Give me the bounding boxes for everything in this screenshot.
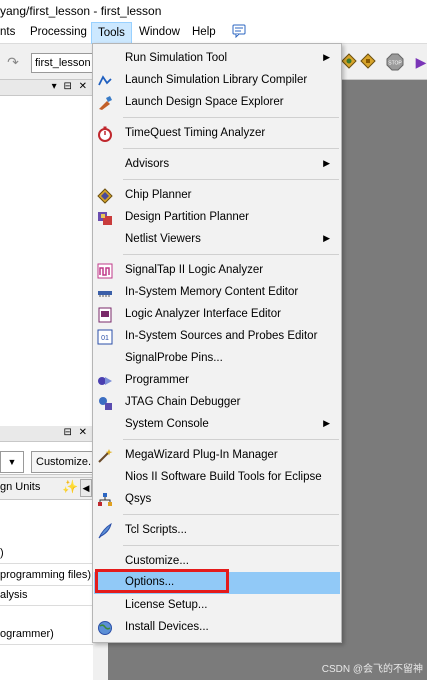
signaltap-icon xyxy=(97,263,113,279)
menu-item-programmer[interactable]: Programmer xyxy=(94,370,340,392)
menu-item-launch-simulation-library-compiler[interactable]: Launch Simulation Library Compiler xyxy=(94,70,340,92)
chip-planner-icon xyxy=(97,188,113,204)
task-row[interactable]: programming files) xyxy=(0,566,93,586)
toolbar-right: STOP ▶ xyxy=(340,44,427,80)
menu-separator xyxy=(123,545,339,546)
menu-separator xyxy=(123,514,339,515)
svg-text:STOP: STOP xyxy=(388,61,402,67)
menu-item-logic-analyzer-interface-editor[interactable]: Logic Analyzer Interface Editor xyxy=(94,304,340,326)
menu-item-launch-design-space-explorer[interactable]: Launch Design Space Explorer xyxy=(94,92,340,114)
submenu-arrow-icon: ▶ xyxy=(323,233,330,243)
watermark: CSDN @会飞的不留神 xyxy=(321,664,423,675)
tab-design-units[interactable]: gn Units xyxy=(0,481,40,493)
customize-button[interactable]: Customize... xyxy=(31,451,93,473)
tcl-feather-icon xyxy=(97,522,113,539)
window-title: yang/first_lesson - first_lesson xyxy=(0,4,162,18)
tools-menu: Run Simulation Tool ▶ Launch Simulation … xyxy=(92,43,342,643)
stopwatch-icon xyxy=(97,126,113,142)
menu-tools[interactable]: Tools xyxy=(91,22,132,44)
menu-item-in-system-sources-and-probes-editor[interactable]: 01 In-System Sources and Probes Editor xyxy=(94,326,340,348)
jtag-icon xyxy=(97,395,113,411)
menu-window[interactable]: Window xyxy=(139,26,180,38)
project-combo[interactable]: first_lesson xyxy=(31,53,93,73)
scroll-left-button[interactable]: ◀ xyxy=(80,479,92,497)
stop-icon[interactable]: STOP xyxy=(386,53,404,71)
menu-item-design-partition-planner[interactable]: Design Partition Planner xyxy=(94,207,340,229)
left-panel: ▾ ⊟ ✕ gn Units ✨ ◀ ⊟ ✕ ▼ Customize... ) … xyxy=(0,80,93,680)
menu-bar: nts Processing Tools Window Help xyxy=(0,22,427,44)
menu-separator xyxy=(123,439,339,440)
menu-item-advisors[interactable]: Advisors ▶ xyxy=(94,154,340,176)
menu-item-license-setup[interactable]: License Setup... xyxy=(94,595,340,617)
menu-item-install-devices[interactable]: Install Devices... xyxy=(94,617,340,639)
compile-icon[interactable] xyxy=(340,53,358,71)
menu-item-signaltap-ii-logic-analyzer[interactable]: SignalTap II Logic Analyzer xyxy=(94,260,340,282)
task-row[interactable]: ogrammer) xyxy=(0,625,93,645)
help-chat-icon[interactable] xyxy=(232,24,246,41)
tasks-header: ⊟ ✕ xyxy=(0,426,93,442)
options-highlight-box xyxy=(95,569,229,593)
menu-assignments[interactable]: nts xyxy=(0,26,15,38)
menu-help[interactable]: Help xyxy=(192,26,216,38)
menu-separator xyxy=(123,148,339,149)
partition-planner-icon xyxy=(97,210,113,226)
divider xyxy=(0,477,93,478)
menu-separator xyxy=(123,179,339,180)
redo-icon[interactable]: ↷ xyxy=(4,53,22,71)
run-icon[interactable]: ▶ xyxy=(412,53,427,71)
menu-item-system-console[interactable]: System Console ▶ xyxy=(94,414,340,436)
analysis-icon[interactable] xyxy=(359,53,377,71)
memory-editor-icon xyxy=(97,285,113,301)
pin-close-icons[interactable]: ▾ ⊟ ✕ xyxy=(52,81,89,92)
menu-item-megawizard-plug-in-manager[interactable]: MegaWizard Plug-In Manager xyxy=(94,445,340,467)
task-row[interactable]: alysis xyxy=(0,586,93,606)
submenu-arrow-icon: ▶ xyxy=(323,52,330,62)
sim-library-icon xyxy=(97,73,113,89)
wand-icon xyxy=(97,448,113,464)
menu-item-signalprobe-pins[interactable]: SignalProbe Pins... xyxy=(94,348,340,370)
sources-probes-icon: 01 xyxy=(97,329,113,345)
task-row[interactable]: ) xyxy=(0,544,93,564)
menu-item-in-system-memory-content-editor[interactable]: In-System Memory Content Editor xyxy=(94,282,340,304)
globe-icon xyxy=(97,620,113,636)
pin-close-icons[interactable]: ⊟ ✕ xyxy=(63,427,89,438)
submenu-arrow-icon: ▶ xyxy=(323,158,330,168)
menu-item-qsys[interactable]: Qsys xyxy=(94,489,340,511)
menu-separator xyxy=(123,117,339,118)
title-bar: yang/first_lesson - first_lesson xyxy=(0,0,427,22)
wand-tab-icon[interactable]: ✨ xyxy=(62,479,78,495)
navigator-header: ▾ ⊟ ✕ xyxy=(0,80,93,96)
menu-processing[interactable]: Processing xyxy=(30,26,87,38)
flow-dropdown-arrow[interactable]: ▼ xyxy=(0,451,24,473)
menu-item-nios-ii-software-build-tools[interactable]: Nios II Software Build Tools for Eclipse xyxy=(94,467,340,489)
submenu-arrow-icon: ▶ xyxy=(323,418,330,428)
logic-analyzer-icon xyxy=(97,307,113,323)
qsys-icon xyxy=(97,492,113,508)
programmer-icon xyxy=(97,373,113,389)
design-space-icon xyxy=(97,95,113,111)
menu-separator xyxy=(123,254,339,255)
menu-item-chip-planner[interactable]: Chip Planner xyxy=(94,185,340,207)
menu-item-jtag-chain-debugger[interactable]: JTAG Chain Debugger xyxy=(94,392,340,414)
menu-item-netlist-viewers[interactable]: Netlist Viewers ▶ xyxy=(94,229,340,251)
menu-item-timequest-timing-analyzer[interactable]: TimeQuest Timing Analyzer xyxy=(94,123,340,145)
menu-item-run-simulation-tool[interactable]: Run Simulation Tool ▶ xyxy=(94,48,340,70)
menu-item-tcl-scripts[interactable]: Tcl Scripts... xyxy=(94,520,340,542)
svg-text:01: 01 xyxy=(101,335,109,342)
